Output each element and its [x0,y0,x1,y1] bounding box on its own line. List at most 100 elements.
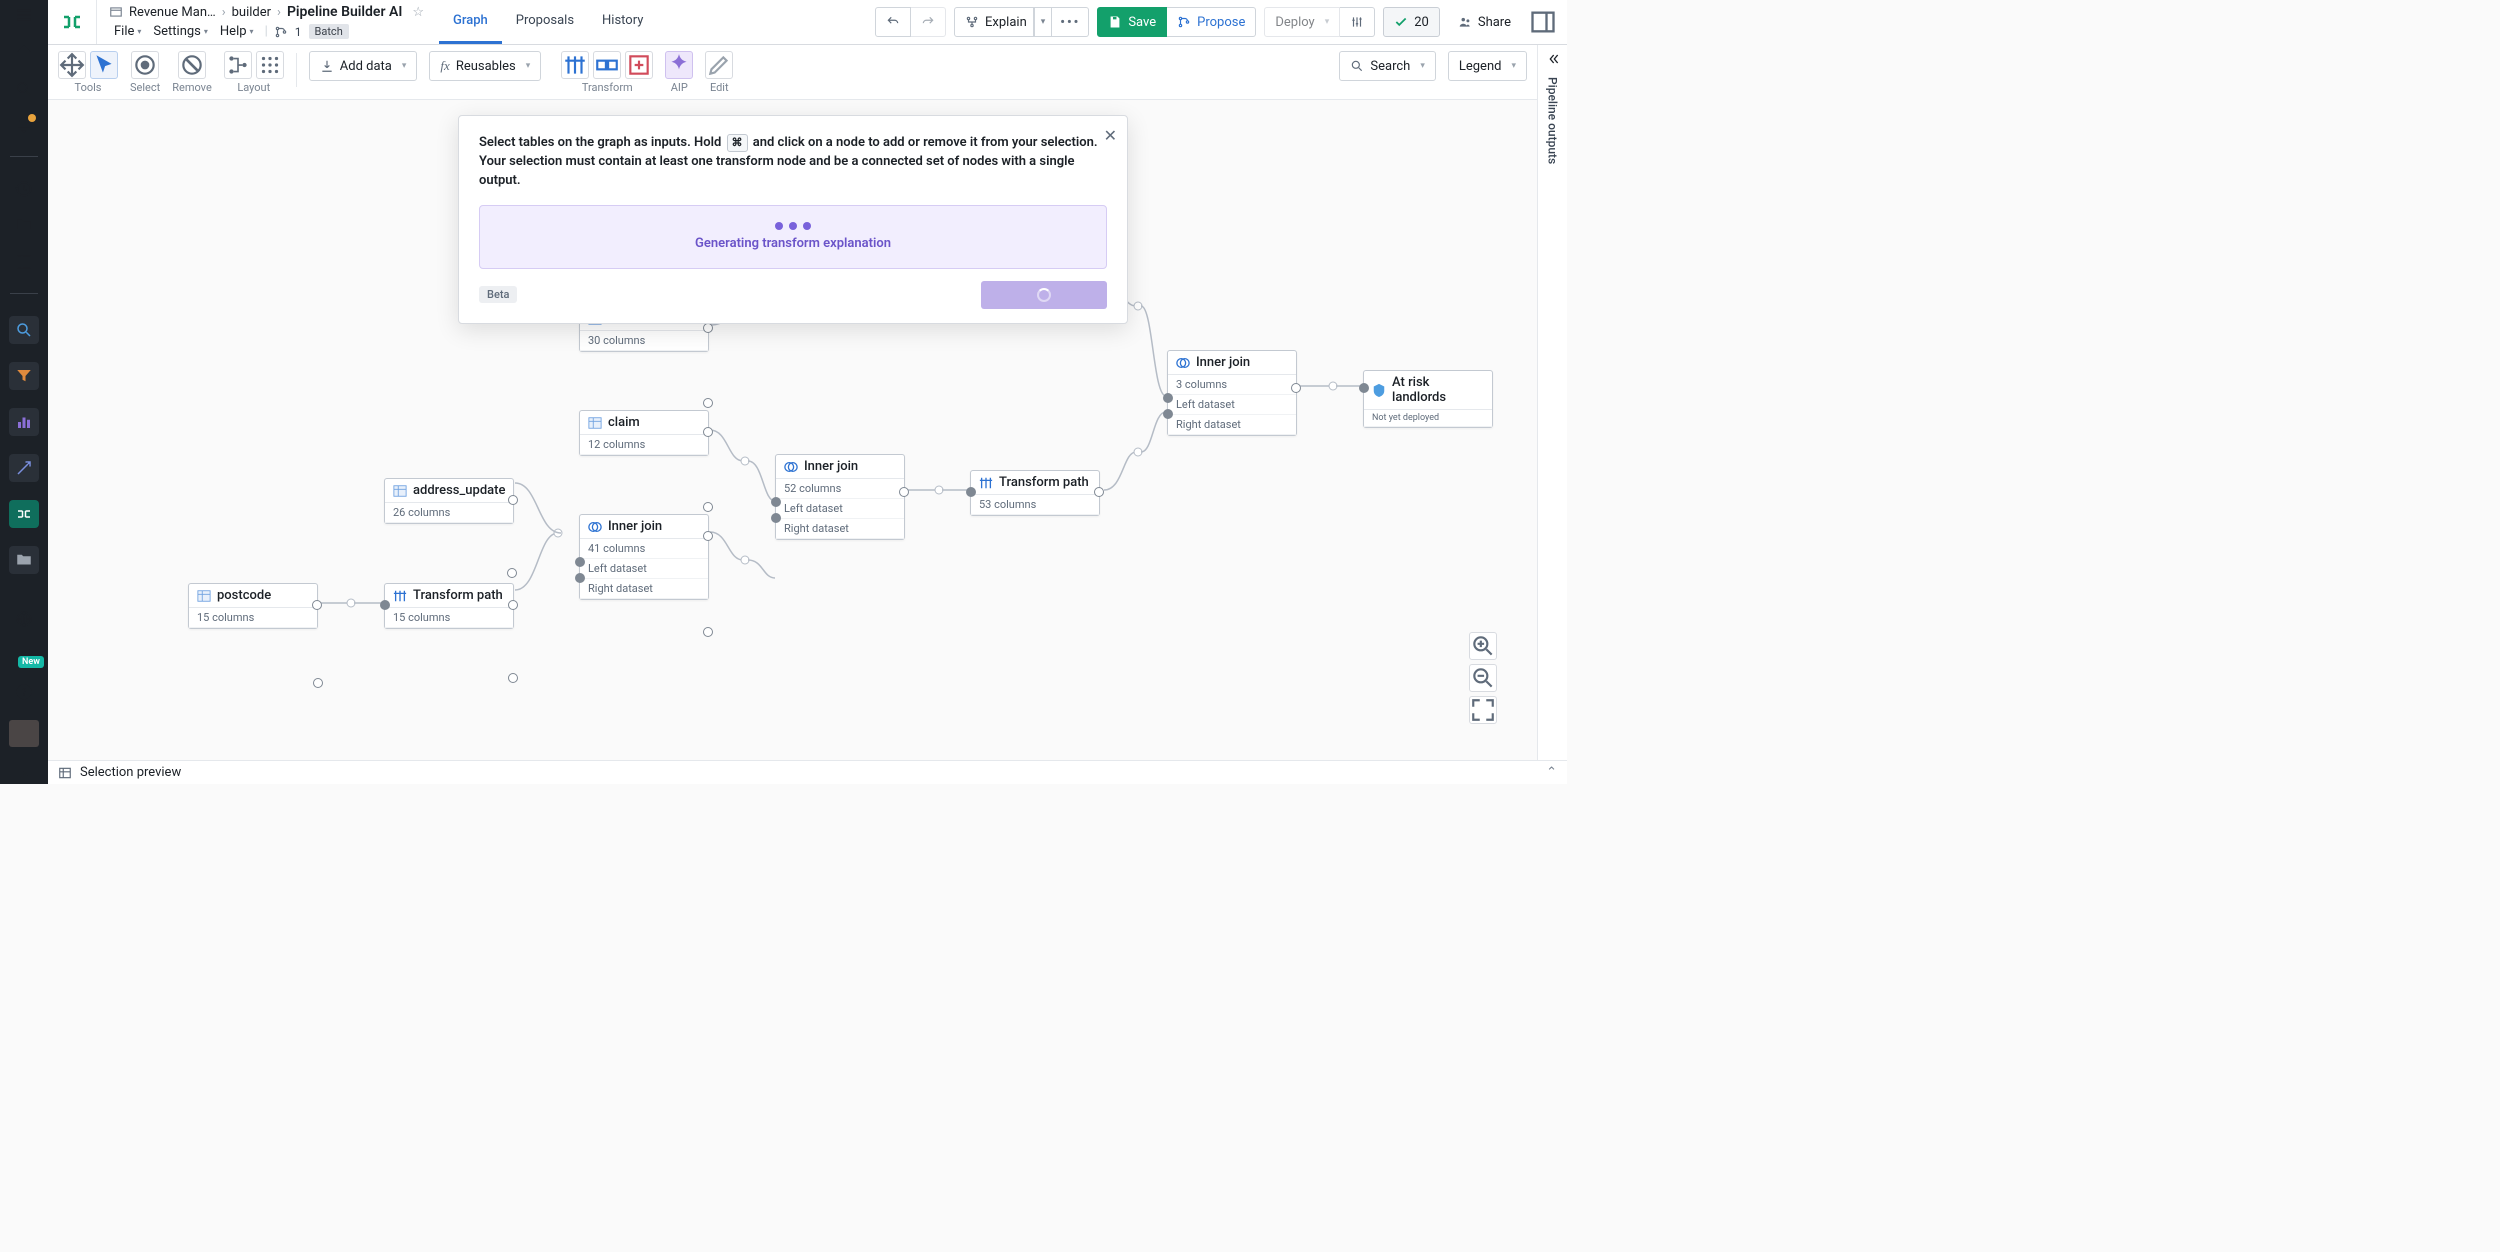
zoom-out-button[interactable] [1469,664,1497,692]
zoom-fit-button[interactable] [1469,696,1497,724]
folder-icon[interactable] [14,216,34,235]
app-pipeline-icon[interactable] [9,500,39,528]
svg-text:?: ? [22,688,27,699]
tab-graph[interactable]: Graph [439,0,502,44]
generating-panel: Generating transform explanation [479,205,1107,269]
tools-label: Tools [75,81,102,94]
app-logo[interactable] [48,0,97,44]
secondary-toolbar: Tools Select Remove Layout Add data ▾ fx… [48,45,1537,100]
top-bar: Revenue Man… › builder › Pipeline Builde… [48,0,1567,45]
pointer-tool[interactable] [90,51,118,79]
tab-proposals[interactable]: Proposals [502,0,588,44]
help-icon[interactable]: ? [14,683,34,702]
chevron-right-icon: › [277,5,281,20]
settings-sliders-button[interactable] [1340,7,1375,37]
search-icon[interactable] [14,79,34,98]
checks-button[interactable]: 20 [1383,7,1440,37]
layout-tree-tool[interactable] [224,51,252,79]
popup-instruction: Select tables on the graph as inputs. Ho… [479,134,1107,191]
app-search-icon[interactable] [9,316,39,344]
expand-icon[interactable] [14,765,34,784]
tab-history[interactable]: History [588,0,657,44]
transform-add-tool[interactable] [625,51,653,79]
zoom-in-button[interactable] [1469,632,1497,660]
star-icon[interactable]: ☆ [412,5,424,20]
menu-help[interactable]: Help▾ [215,22,259,41]
save-button[interactable]: Save [1097,7,1167,37]
branch-icon [274,25,288,39]
reusables-button[interactable]: fx Reusables ▾ [429,51,541,81]
node-output[interactable]: At risk landlords Not yet deployed [1363,370,1493,428]
explain-button[interactable]: Explain [954,7,1034,37]
pipeline-outputs-label[interactable]: Pipeline outputs [1546,77,1560,164]
legend-button[interactable]: Legend ▾ [1448,51,1527,81]
aip-label: AIP [671,81,688,94]
batch-badge: Batch [309,24,349,39]
close-icon[interactable]: ✕ [1104,126,1117,145]
search-button[interactable]: Search ▾ [1339,51,1435,81]
select-target-tool[interactable] [131,51,159,79]
page-title: Pipeline Builder AI [287,4,402,20]
node-transform-path-1[interactable]: Transform path 15 columns [384,583,514,629]
breadcrumb-project[interactable]: Revenue Man… [129,5,216,20]
zoom-controls [1469,632,1497,724]
propose-button[interactable]: Propose [1167,7,1256,37]
left-nav-rail: New ? [0,0,48,784]
history-icon[interactable] [14,179,34,198]
chevron-up-icon[interactable]: ⌃ [1546,765,1557,780]
aip-tool[interactable] [665,51,693,79]
remove-label: Remove [172,81,212,94]
undo-button[interactable] [875,7,911,37]
move-tool[interactable] [58,51,86,79]
avatar[interactable] [9,720,39,748]
new-badge: New [18,656,44,668]
node-postcode[interactable]: postcode 15 columns [188,583,318,629]
transform-join-tool[interactable] [593,51,621,79]
right-rail: Pipeline outputs [1537,45,1567,760]
explain-popup: ✕ Select tables on the graph as inputs. … [458,115,1128,324]
remove-tool[interactable] [178,51,206,79]
home-icon[interactable] [14,43,34,62]
app-wand-icon[interactable] [9,454,39,482]
beta-badge: Beta [479,286,517,303]
layout-grid-tool[interactable] [256,51,284,79]
node-address-update[interactable]: address_update 26 columns [384,478,514,524]
deploy-button[interactable]: Deploy▾ [1264,7,1340,37]
share-button[interactable]: Share [1448,7,1521,37]
bell-icon[interactable] [14,116,34,135]
collapse-icon[interactable] [1545,51,1561,67]
globe-icon[interactable] [14,610,34,629]
branch-count[interactable]: 1 [290,23,307,41]
table-icon [58,766,72,780]
node-claim[interactable]: claim 12 columns [579,410,709,456]
selection-preview-bar[interactable]: Selection preview ⌃ [48,760,1567,784]
menu-icon[interactable] [14,6,34,25]
explain-caret[interactable]: ▾ [1034,7,1053,37]
edit-label: Edit [710,81,729,94]
select-label: Select [130,81,160,94]
node-inner-join-3[interactable]: Inner join 3 columns Left dataset Right … [1167,350,1297,436]
project-icon [109,5,123,19]
node-inner-join-2[interactable]: Inner join 52 columns Left dataset Right… [775,454,905,540]
transform-col-tool[interactable] [561,51,589,79]
add-data-button[interactable]: Add data ▾ [309,51,418,81]
chevron-right-icon: › [222,5,226,20]
menu-settings[interactable]: Settings▾ [148,22,212,41]
app-chart-icon[interactable] [9,408,39,436]
menu-file[interactable]: File▾ [109,22,146,41]
node-inner-join-1[interactable]: Inner join 41 columns Left dataset Right… [579,514,709,600]
app-files-icon[interactable] [9,546,39,574]
edit-tool[interactable] [705,51,733,79]
notification-dot [28,114,36,122]
redo-button[interactable] [911,7,946,37]
panel-icon[interactable] [14,253,34,272]
loading-button [981,281,1107,309]
app-funnel-icon[interactable] [9,362,39,390]
breadcrumb-folder[interactable]: builder [232,5,271,20]
loading-dots-icon [775,222,811,230]
panel-right-icon[interactable] [1529,8,1557,36]
more-button[interactable]: ••• [1052,7,1089,37]
node-transform-path-2[interactable]: Transform path 53 columns [970,470,1100,516]
spinner-icon [1037,288,1051,302]
layout-label: Layout [237,81,270,94]
